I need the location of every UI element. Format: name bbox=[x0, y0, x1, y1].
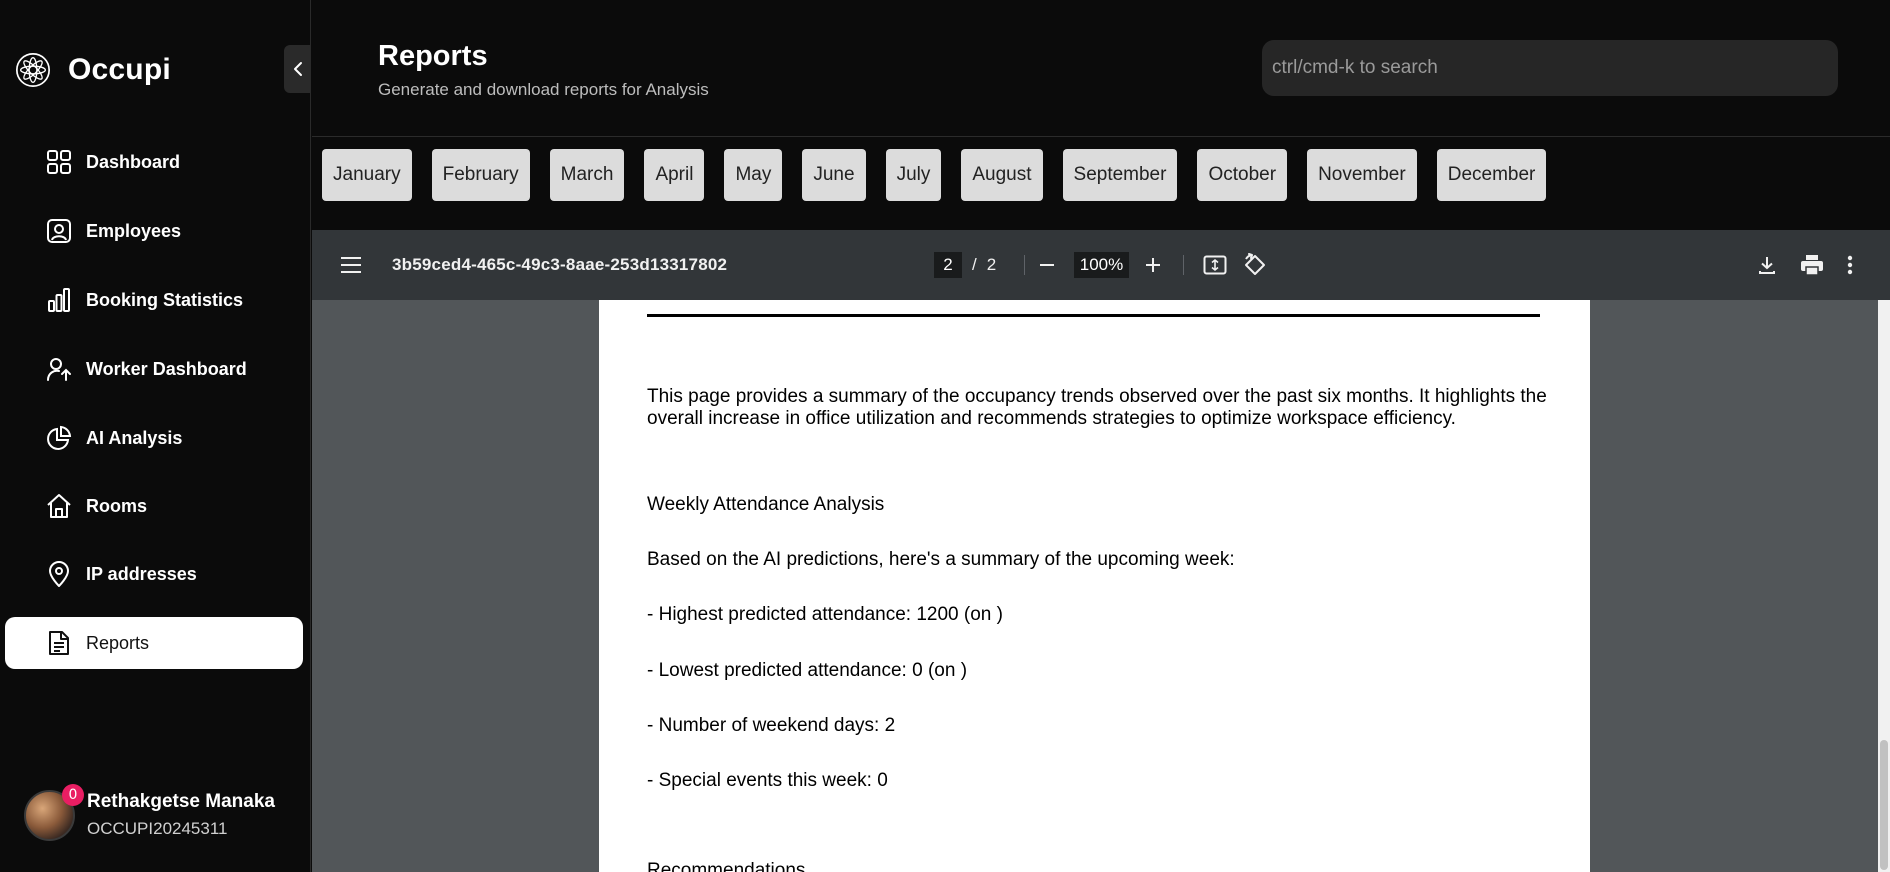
page-total: 2 bbox=[986, 255, 997, 274]
sidebar-item-label: Dashboard bbox=[86, 151, 181, 172]
sidebar-item-label: IP addresses bbox=[86, 563, 197, 584]
user-profile[interactable]: 0 Rethakgetse Manaka OCCUPI20245311 bbox=[24, 783, 275, 845]
sidebar-item-label: Booking Statistics bbox=[86, 289, 244, 310]
month-button-february[interactable]: February bbox=[431, 149, 530, 201]
sidebar-item-rooms[interactable]: Rooms bbox=[5, 480, 303, 532]
page-separator: / bbox=[972, 255, 977, 274]
page-title: Reports bbox=[378, 40, 488, 72]
sidebar-item-employees[interactable]: Employees bbox=[5, 205, 303, 257]
pdf-intro-paragraph: This page provides a summary of the occu… bbox=[647, 386, 1547, 429]
pdf-section-title: Weekly Attendance Analysis bbox=[647, 494, 885, 515]
month-button-december[interactable]: December bbox=[1436, 149, 1547, 201]
minus-icon bbox=[1040, 264, 1054, 266]
toolbar-divider bbox=[1183, 255, 1184, 275]
sidebar: Occupi Dashboard Employees Booking Stati… bbox=[0, 0, 311, 872]
month-button-june[interactable]: June bbox=[802, 149, 866, 201]
sidebar-item-worker-dashboard[interactable]: Worker Dashboard bbox=[5, 343, 303, 395]
plus-icon bbox=[1146, 258, 1160, 272]
page-number-input[interactable]: 2 bbox=[934, 252, 962, 278]
notification-badge: 0 bbox=[62, 783, 84, 806]
sidebar-item-dashboard[interactable]: Dashboard bbox=[5, 136, 303, 188]
month-button-august[interactable]: August bbox=[961, 149, 1043, 201]
pdf-viewer: 3b59ced4-465c-49c3-8aae-253d13317802 2 /… bbox=[312, 230, 1890, 872]
scrollbar-thumb[interactable] bbox=[1880, 740, 1888, 870]
zoom-level: 100% bbox=[1074, 230, 1129, 300]
sidebar-item-booking-statistics[interactable]: Booking Statistics bbox=[5, 274, 303, 326]
printer-icon bbox=[1801, 255, 1823, 276]
search-input[interactable] bbox=[1262, 40, 1838, 96]
month-button-january[interactable]: January bbox=[322, 149, 412, 201]
sidebar-item-label: Rooms bbox=[86, 495, 148, 516]
document-title: 3b59ced4-465c-49c3-8aae-253d13317802 bbox=[392, 255, 728, 274]
pdf-toolbar: 3b59ced4-465c-49c3-8aae-253d13317802 2 /… bbox=[312, 230, 1890, 300]
grid-icon bbox=[45, 148, 73, 176]
menu-button[interactable] bbox=[340, 230, 368, 300]
collapse-sidebar-button[interactable] bbox=[284, 45, 311, 93]
pdf-bullet: - Highest predicted attendance: 1200 (on… bbox=[647, 604, 1003, 625]
fit-to-page-button[interactable] bbox=[1203, 230, 1229, 300]
toolbar-divider bbox=[1024, 255, 1025, 275]
sidebar-item-label: Reports bbox=[86, 632, 150, 653]
pdf-scrollbar[interactable] bbox=[1878, 300, 1890, 872]
pdf-bullet: - Lowest predicted attendance: 0 (on ) bbox=[647, 660, 968, 681]
month-button-november[interactable]: November bbox=[1307, 149, 1417, 201]
print-button[interactable] bbox=[1800, 230, 1828, 300]
app-name: Occupi bbox=[68, 53, 171, 86]
user-arrow-icon bbox=[45, 355, 73, 383]
month-button-march[interactable]: March bbox=[549, 149, 625, 201]
rotate-icon bbox=[1245, 253, 1265, 275]
pdf-next-heading: Recommendations bbox=[647, 860, 806, 872]
user-square-icon bbox=[45, 217, 73, 245]
chevron-left-icon bbox=[293, 62, 302, 76]
pdf-bullet: - Number of weekend days: 2 bbox=[647, 715, 896, 736]
pdf-bullet: - Special events this week: 0 bbox=[647, 770, 888, 791]
user-id: OCCUPI20245311 bbox=[87, 819, 228, 838]
sidebar-item-ai-analysis[interactable]: AI Analysis bbox=[5, 412, 303, 464]
user-name: Rethakgetse Manaka bbox=[87, 791, 275, 812]
pdf-page: This page provides a summary of the occu… bbox=[599, 300, 1590, 872]
sidebar-item-label: Employees bbox=[86, 220, 182, 241]
pie-chart-icon bbox=[45, 424, 73, 452]
month-button-april[interactable]: April bbox=[644, 149, 705, 201]
home-icon bbox=[45, 492, 73, 520]
month-button-july[interactable]: July bbox=[885, 149, 942, 201]
sidebar-item-label: AI Analysis bbox=[86, 427, 183, 448]
zoom-out-button[interactable] bbox=[1038, 230, 1062, 300]
brand: Occupi bbox=[14, 50, 171, 90]
occupi-logo-icon bbox=[15, 52, 51, 88]
more-vertical-icon bbox=[1847, 255, 1853, 275]
hamburger-icon bbox=[341, 257, 361, 273]
month-button-october[interactable]: October bbox=[1197, 149, 1288, 201]
page-subtitle: Generate and download reports for Analys… bbox=[378, 80, 709, 99]
month-selector: January February March April May June Ju… bbox=[322, 149, 1547, 201]
sidebar-item-label: Worker Dashboard bbox=[86, 358, 247, 379]
pdf-summary-intro: Based on the AI predictions, here's a su… bbox=[647, 549, 1235, 570]
pdf-horizontal-rule bbox=[647, 314, 1540, 317]
more-options-button[interactable] bbox=[1847, 230, 1867, 300]
avatar[interactable]: 0 bbox=[24, 783, 84, 841]
pdf-content-area[interactable]: This page provides a summary of the occu… bbox=[312, 300, 1890, 872]
month-button-may[interactable]: May bbox=[724, 149, 783, 201]
rotate-button[interactable] bbox=[1243, 230, 1269, 300]
zoom-in-button[interactable] bbox=[1144, 230, 1168, 300]
fit-page-icon bbox=[1203, 255, 1227, 275]
file-text-icon bbox=[45, 629, 73, 657]
zoom-input[interactable]: 100% bbox=[1074, 252, 1129, 278]
month-button-september[interactable]: September bbox=[1062, 149, 1178, 201]
page-header: Reports Generate and download reports fo… bbox=[312, 0, 1890, 137]
user-info: Rethakgetse Manaka OCCUPI20245311 bbox=[87, 791, 275, 839]
download-button[interactable] bbox=[1757, 230, 1783, 300]
page-navigation: 2 / 2 bbox=[934, 230, 996, 300]
download-icon bbox=[1759, 257, 1775, 274]
map-pin-icon bbox=[45, 560, 73, 588]
bar-chart-icon bbox=[45, 286, 73, 314]
sidebar-item-reports[interactable]: Reports bbox=[5, 617, 303, 669]
sidebar-item-ip-addresses[interactable]: IP addresses bbox=[5, 548, 303, 600]
